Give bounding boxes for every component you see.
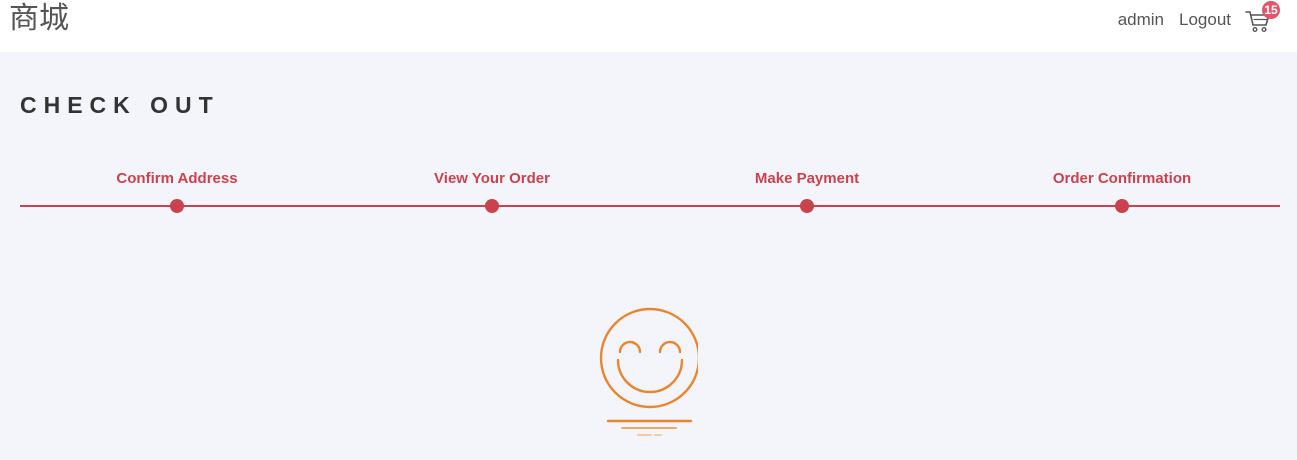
username-link[interactable]: admin — [1118, 10, 1164, 30]
step-dot — [170, 199, 184, 213]
page-title: CHECK OUT — [20, 92, 220, 118]
step-dot — [485, 199, 499, 213]
step-label: Make Payment — [754, 170, 860, 187]
checkout-progress: Confirm Address View Your Order Make Pay… — [20, 160, 1280, 220]
smiley-face-icon — [599, 307, 698, 436]
step-label: Confirm Address — [116, 170, 238, 187]
user-nav: admin Logout 15 — [1103, 1, 1280, 36]
site-logo[interactable]: 商城 — [9, 0, 69, 38]
top-navbar: 商城 admin Logout 15 — [0, 0, 1297, 52]
step-label: View Your Order — [434, 170, 550, 187]
step-dot — [1115, 199, 1129, 213]
progress-line — [20, 205, 1280, 207]
cart-count-badge: 15 — [1262, 1, 1280, 19]
cart-button[interactable]: 15 — [1245, 1, 1280, 33]
step-label: Order Confirmation — [1052, 170, 1192, 187]
step-dot — [800, 199, 814, 213]
logout-link[interactable]: Logout — [1179, 10, 1231, 30]
